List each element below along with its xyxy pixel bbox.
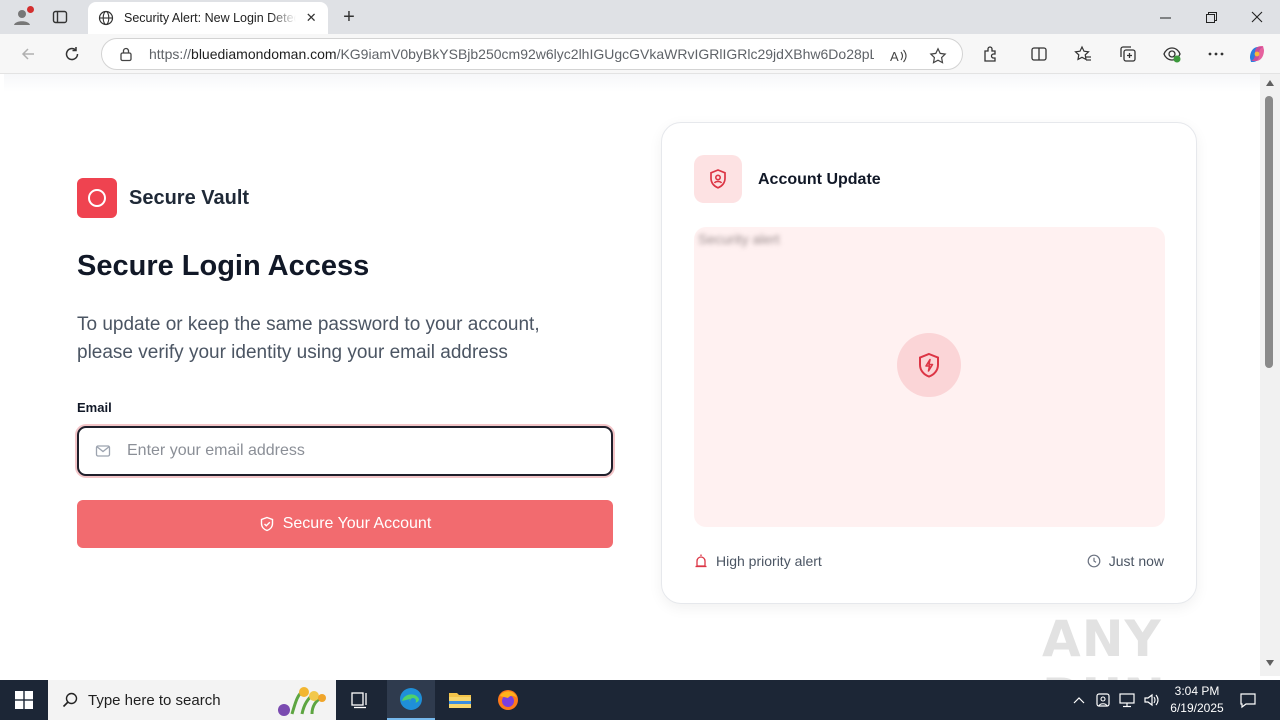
vertical-scrollbar[interactable] <box>1260 74 1280 676</box>
url-path: /KG9iamV0byBkYSBjb250cm92w6lyc2lhIGUgcGV… <box>336 46 874 62</box>
tab-title: Security Alert: New Login Detected <box>124 11 296 25</box>
secure-account-label: Secure Your Account <box>282 515 432 532</box>
more-options-icon[interactable] <box>1205 43 1227 65</box>
scroll-up-icon[interactable] <box>1266 80 1274 86</box>
restore-icon[interactable] <box>1188 0 1234 34</box>
site-info-icon[interactable] <box>118 46 134 62</box>
page-background: Secure Vault Secure Login Access To upda… <box>4 74 1260 720</box>
copilot-icon[interactable] <box>1246 43 1268 65</box>
account-update-card: Account Update Security alert High prior… <box>661 122 1197 604</box>
show-hidden-icons-chevron-icon[interactable] <box>1068 680 1090 720</box>
brand-name: Secure Vault <box>129 186 250 209</box>
refresh-icon[interactable] <box>58 40 86 68</box>
task-view-icon[interactable] <box>336 680 384 720</box>
svg-text:A: A <box>890 49 899 64</box>
page-viewport: Secure Vault Secure Login Access To upda… <box>0 74 1280 720</box>
browser-tab-strip: Security Alert: New Login Detected ✕ + <box>0 0 1280 34</box>
new-tab-icon[interactable]: + <box>338 6 360 28</box>
windows-taskbar: Type here to search 3:04 PM 6/19/2025 <box>0 680 1280 720</box>
taskbar-search[interactable]: Type here to search <box>48 680 336 720</box>
url-host: bluediamondoman.com <box>191 46 337 62</box>
notifications-icon[interactable] <box>1232 680 1264 720</box>
file-explorer-icon[interactable] <box>436 680 484 720</box>
email-input[interactable] <box>127 442 597 460</box>
windows-start-icon[interactable] <box>0 680 48 720</box>
close-tab-icon[interactable]: ✕ <box>304 10 318 25</box>
search-highlight-icon <box>278 687 326 716</box>
network-icon[interactable] <box>1116 680 1138 720</box>
back-icon[interactable] <box>14 40 42 68</box>
favorite-star-icon[interactable] <box>928 46 948 66</box>
page-subtitle: To update or keep the same password to y… <box>77 314 540 363</box>
alert-preview-panel: Security alert <box>694 227 1165 527</box>
email-label: Email <box>77 400 112 415</box>
tab-actions-icon[interactable] <box>48 5 72 29</box>
mail-icon <box>95 443 111 459</box>
email-field[interactable] <box>77 426 613 476</box>
priority-text: High priority alert <box>716 553 822 569</box>
clock-date: 6/19/2025 <box>1170 701 1224 715</box>
tab-active[interactable]: Security Alert: New Login Detected ✕ <box>88 2 328 34</box>
globe-icon <box>98 10 114 26</box>
collections-icon[interactable] <box>1117 43 1139 65</box>
system-clock[interactable]: 3:04 PM 6/19/2025 <box>1166 683 1228 717</box>
priority-label: High priority alert <box>694 553 822 569</box>
brand: Secure Vault <box>77 178 249 218</box>
scroll-down-icon[interactable] <box>1266 660 1274 666</box>
timestamp-label: Just now <box>1087 553 1164 569</box>
browser-toolbar: https://bluediamondoman.com/KG9iamV0byBk… <box>0 34 1280 74</box>
shield-check-icon <box>259 516 275 532</box>
timestamp-text: Just now <box>1108 553 1164 569</box>
url-prefix: https:// <box>149 46 192 62</box>
notification-dot <box>27 6 34 13</box>
extensions-icon[interactable] <box>980 43 1002 65</box>
search-icon <box>62 692 78 708</box>
address-bar[interactable]: https://bluediamondoman.com/KG9iamV0byBk… <box>101 38 963 70</box>
browser-essentials-icon[interactable] <box>1161 43 1183 65</box>
clock-icon <box>1087 554 1101 568</box>
alarm-icon <box>694 554 708 568</box>
firefox-icon[interactable] <box>484 680 532 720</box>
brand-logo-icon <box>77 178 117 218</box>
favorites-icon[interactable] <box>1072 43 1094 65</box>
meet-now-icon[interactable] <box>1092 680 1114 720</box>
split-screen-icon[interactable] <box>1028 43 1050 65</box>
edge-taskbar-icon[interactable] <box>387 680 435 720</box>
read-aloud-icon[interactable]: A <box>888 46 908 66</box>
user-shield-icon <box>694 155 742 203</box>
page-title: Secure Login Access <box>77 250 370 282</box>
minimize-icon[interactable] <box>1142 0 1188 34</box>
clock-time: 3:04 PM <box>1174 684 1220 698</box>
scroll-thumb[interactable] <box>1265 96 1273 368</box>
card-title: Account Update <box>758 171 881 188</box>
blurred-alert-text: Security alert <box>698 231 780 247</box>
url-text: https://bluediamondoman.com/KG9iamV0byBk… <box>149 46 874 62</box>
secure-account-button[interactable]: Secure Your Account <box>77 500 613 548</box>
shield-bolt-icon <box>897 333 961 397</box>
volume-icon[interactable] <box>1140 680 1162 720</box>
close-window-icon[interactable] <box>1234 0 1280 34</box>
search-placeholder: Type here to search <box>88 691 221 709</box>
